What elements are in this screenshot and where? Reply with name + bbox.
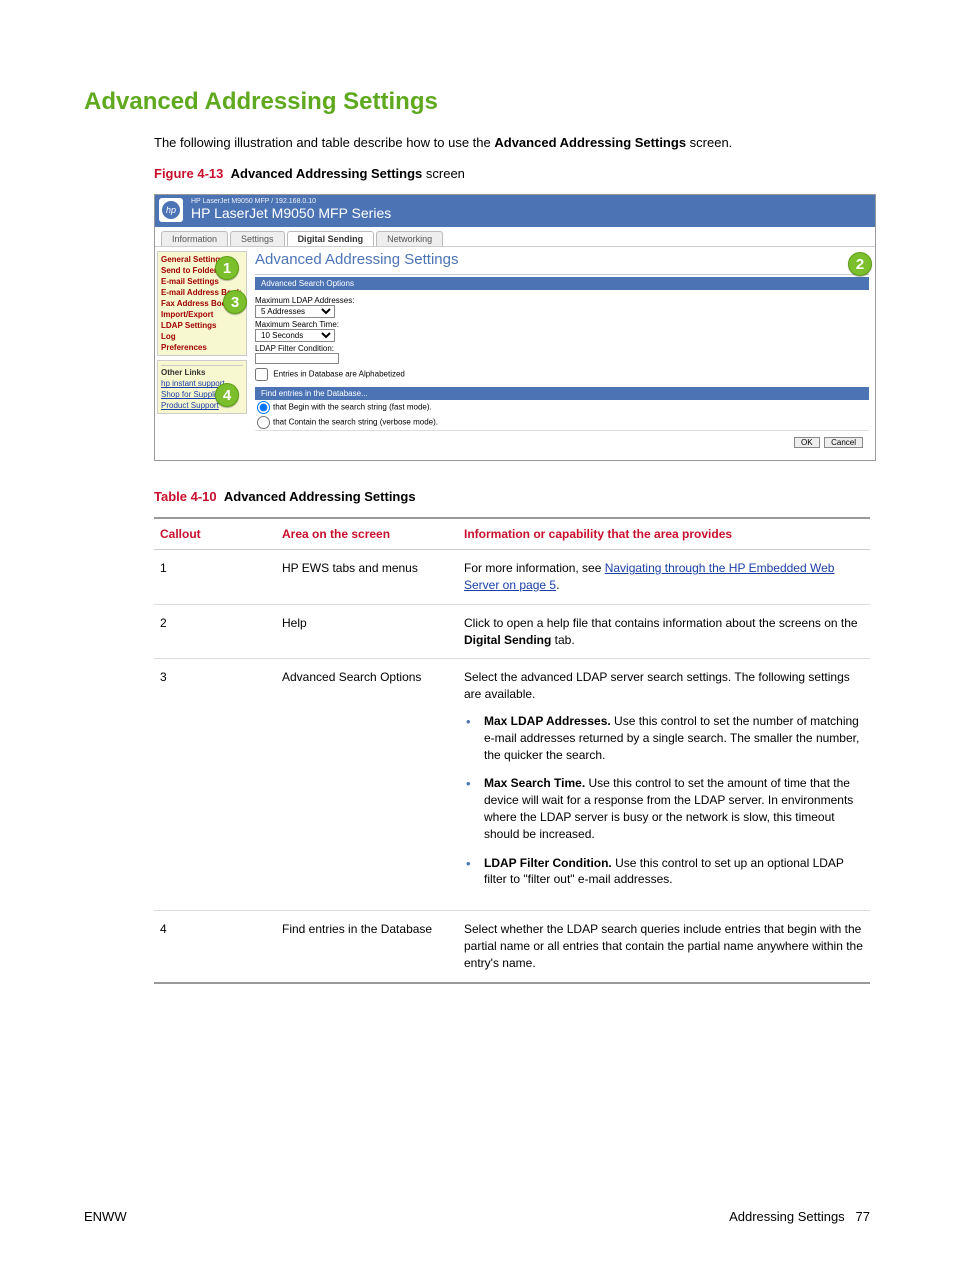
max-search-time-label: Maximum Search Time:: [255, 320, 869, 329]
cell-info: Select the advanced LDAP server search s…: [458, 659, 870, 911]
max-ldap-addresses-select[interactable]: 5 Addresses: [255, 305, 335, 318]
cell-callout: 2: [154, 604, 276, 659]
tab-information[interactable]: Information: [161, 231, 228, 246]
sidebar-item-ldap-settings[interactable]: LDAP Settings: [161, 320, 243, 331]
ews-tabs: Information Settings Digital Sending Net…: [155, 227, 875, 247]
intro-text: The following illustration and table des…: [154, 134, 870, 152]
cell-info-bold: Digital Sending: [464, 633, 551, 647]
section-find-entries: Find entries in the Database...: [255, 387, 869, 400]
cell-info: For more information, see Navigating thr…: [458, 550, 870, 605]
list-item: LDAP Filter Condition. Use this control …: [464, 855, 864, 889]
sidebar-other-links-head: Other Links: [161, 365, 243, 378]
page-title: Advanced Addressing Settings: [84, 88, 870, 116]
hp-logo-icon: hp: [162, 201, 180, 219]
table-title: Advanced Addressing Settings: [224, 489, 416, 504]
hp-logo: hp: [159, 198, 183, 222]
bullet-bold: Max LDAP Addresses.: [484, 714, 611, 728]
list-item: Max LDAP Addresses. Use this control to …: [464, 713, 864, 763]
bullet-list: Max LDAP Addresses. Use this control to …: [464, 713, 864, 888]
cell-info-after: .: [556, 578, 559, 592]
radio-contain-label: that Contain the search string (verbose …: [273, 418, 438, 427]
cell-area: Find entries in the Database: [276, 911, 458, 983]
screenshot-container: hp HP LaserJet M9050 MFP / 192.168.0.10 …: [154, 194, 870, 461]
cell-info-text: For more information, see: [464, 561, 605, 575]
intro-bold: Advanced Addressing Settings: [494, 135, 686, 150]
max-ldap-addresses-label: Maximum LDAP Addresses:: [255, 296, 869, 305]
callout-4: 4: [215, 383, 239, 407]
section-advanced-search-options: Advanced Search Options: [255, 277, 869, 290]
list-item: Max Search Time. Use this control to set…: [464, 775, 864, 842]
ews-screenshot: hp HP LaserJet M9050 MFP / 192.168.0.10 …: [154, 194, 876, 461]
max-search-time-select[interactable]: 10 Seconds: [255, 329, 335, 342]
device-series: HP LaserJet M9050 MFP Series: [191, 205, 869, 221]
figure-caption: Figure 4-13 Advanced Addressing Settings…: [154, 166, 870, 181]
footer-section-label: Addressing Settings: [729, 1209, 845, 1224]
cell-callout: 1: [154, 550, 276, 605]
cell-callout: 4: [154, 911, 276, 983]
table-row: 3 Advanced Search Options Select the adv…: [154, 659, 870, 911]
description-table: Callout Area on the screen Information o…: [154, 517, 870, 983]
radio-contain[interactable]: [257, 416, 270, 429]
cell-info-after: tab.: [551, 633, 574, 647]
figure-title: Advanced Addressing Settings: [231, 166, 423, 181]
figure-label-num: Figure 4-13: [154, 166, 223, 181]
callout-1: 1: [215, 256, 239, 280]
cell-info: Select whether the LDAP search queries i…: [458, 911, 870, 983]
cell-info-text: Click to open a help file that contains …: [464, 616, 858, 630]
footer-left: ENWW: [84, 1209, 127, 1224]
tab-digital-sending[interactable]: Digital Sending: [287, 231, 375, 246]
bullet-bold: Max Search Time.: [484, 776, 585, 790]
table-label-num: Table 4-10: [154, 489, 217, 504]
table-caption: Table 4-10 Advanced Addressing Settings: [154, 489, 870, 504]
radio-begin-with[interactable]: [257, 401, 270, 414]
tab-settings[interactable]: Settings: [230, 231, 285, 246]
intro-before: The following illustration and table des…: [154, 135, 494, 150]
callout-3: 3: [223, 290, 247, 314]
radio-begin-with-label: that Begin with the search string (fast …: [273, 403, 432, 412]
sidebar-item-log[interactable]: Log: [161, 331, 243, 342]
footer-right: Addressing Settings 77: [729, 1209, 870, 1224]
figure-suffix: screen: [422, 166, 465, 181]
intro-after: screen.: [686, 135, 732, 150]
table-row: 1 HP EWS tabs and menus For more informa…: [154, 550, 870, 605]
alphabetized-label: Entries in Database are Alphabetized: [273, 370, 405, 379]
page-footer: ENWW Addressing Settings 77: [84, 1209, 870, 1224]
main-screen-title: Advanced Addressing Settings: [255, 251, 458, 268]
sidebar-item-preferences[interactable]: Preferences: [161, 342, 243, 353]
cancel-button[interactable]: Cancel: [824, 437, 863, 448]
th-callout: Callout: [154, 518, 276, 550]
tab-networking[interactable]: Networking: [376, 231, 443, 246]
table-row: 2 Help Click to open a help file that co…: [154, 604, 870, 659]
bullet-bold: LDAP Filter Condition.: [484, 856, 612, 870]
table-row: 4 Find entries in the Database Select wh…: [154, 911, 870, 983]
callout-2: 2: [848, 252, 872, 276]
device-address: HP LaserJet M9050 MFP / 192.168.0.10: [191, 198, 869, 205]
ews-sidebar: General Settings Send to Folder E-mail S…: [155, 247, 249, 460]
cell-area: HP EWS tabs and menus: [276, 550, 458, 605]
cell-info: Click to open a help file that contains …: [458, 604, 870, 659]
footer-page-number: 77: [856, 1209, 870, 1224]
cell-callout: 3: [154, 659, 276, 911]
th-area: Area on the screen: [276, 518, 458, 550]
cell-area: Advanced Search Options: [276, 659, 458, 911]
find-entries-radios: that Begin with the search string (fast …: [255, 400, 869, 430]
alphabetized-checkbox[interactable]: [255, 368, 268, 381]
th-info: Information or capability that the area …: [458, 518, 870, 550]
ldap-filter-label: LDAP Filter Condition:: [255, 344, 869, 353]
cell-area: Help: [276, 604, 458, 659]
ews-main: Advanced Addressing Settings Help Advanc…: [249, 247, 875, 460]
form-advanced-search: Maximum LDAP Addresses: 5 Addresses Maxi…: [255, 290, 869, 387]
cell-info-text: Select the advanced LDAP server search s…: [464, 670, 850, 701]
ok-button[interactable]: OK: [794, 437, 820, 448]
ews-header: hp HP LaserJet M9050 MFP / 192.168.0.10 …: [155, 195, 875, 227]
ldap-filter-input[interactable]: [255, 353, 339, 364]
